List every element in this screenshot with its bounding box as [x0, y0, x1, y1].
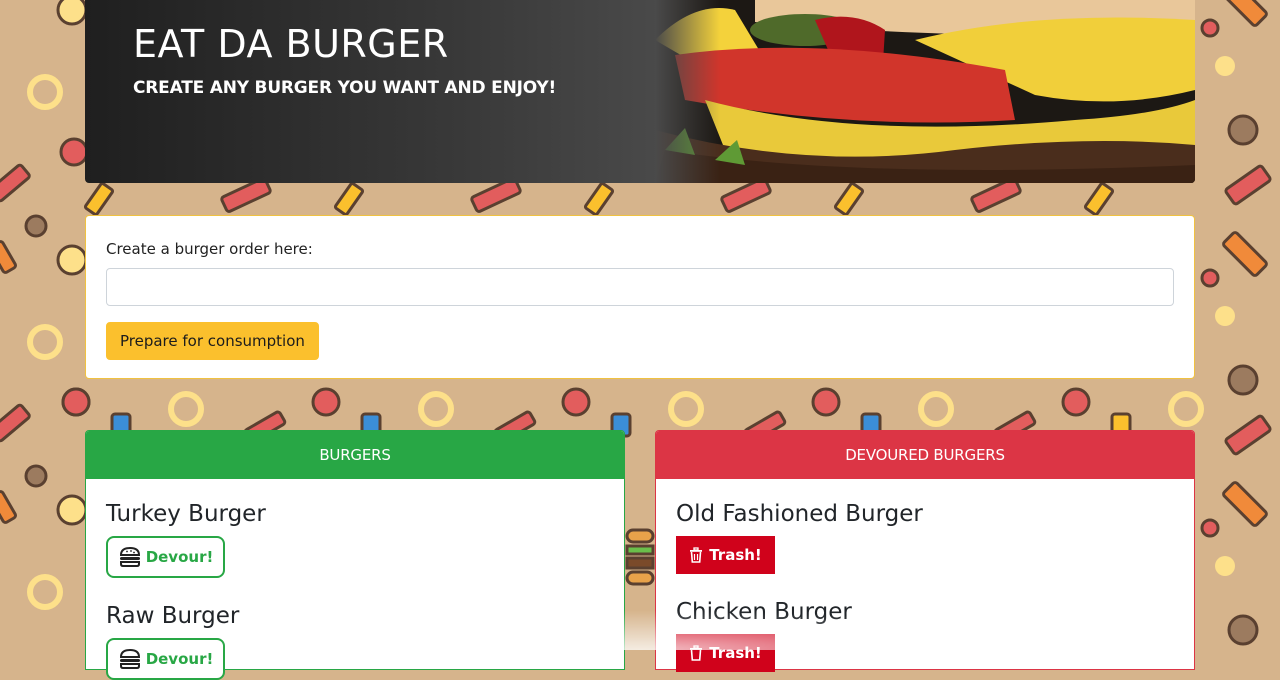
page-subtitle: CREATE ANY BURGER YOU WANT AND ENJOY! — [133, 78, 557, 98]
burger-order-input[interactable] — [106, 268, 1174, 306]
devoured-item-name: Old Fashioned Burger — [676, 501, 923, 527]
burger-item-name: Raw Burger — [106, 603, 240, 629]
order-input-label: Create a burger order here: — [106, 240, 313, 258]
trash-button[interactable]: Trash! — [676, 634, 775, 672]
burger-icon — [118, 546, 142, 568]
prepare-burger-button[interactable]: Prepare for consumption — [106, 322, 319, 360]
burger-photo-image — [655, 0, 1195, 183]
page-title: EAT DA BURGER — [133, 22, 449, 66]
create-burger-form: Create a burger order here: Prepare for … — [85, 215, 1195, 379]
burgers-header: BURGERS — [86, 431, 624, 479]
burger-item-name: Turkey Burger — [106, 501, 266, 527]
devour-button[interactable]: Devour! — [106, 536, 225, 578]
trash-button-label: Trash! — [709, 644, 762, 662]
hero-banner: EAT DA BURGER CREATE ANY BURGER YOU WANT… — [85, 0, 1195, 183]
trash-button[interactable]: Trash! — [676, 536, 775, 574]
devour-button-label: Devour! — [145, 650, 214, 668]
burgers-panel: BURGERS Turkey Burger Devour! Raw Burger… — [85, 430, 625, 680]
burger-icon — [118, 648, 142, 670]
trash-icon — [689, 547, 703, 563]
trash-button-label: Trash! — [709, 546, 762, 564]
devoured-burgers-panel: DEVOURED BURGERS Old Fashioned Burger Tr… — [655, 430, 1195, 672]
devoured-burgers-header: DEVOURED BURGERS — [656, 431, 1194, 479]
devour-button-label: Devour! — [145, 548, 214, 566]
devour-button[interactable]: Devour! — [106, 638, 225, 680]
devoured-item-name: Chicken Burger — [676, 599, 852, 625]
trash-icon — [689, 645, 703, 661]
